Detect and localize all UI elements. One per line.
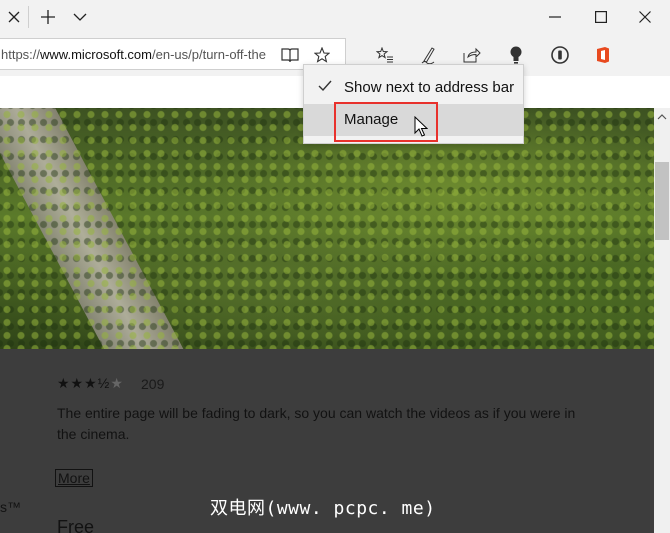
tab-divider — [28, 6, 29, 28]
menu-item-label: Show next to address bar — [344, 79, 515, 96]
window-close-icon[interactable] — [628, 0, 662, 34]
tab-close-icon[interactable] — [0, 0, 28, 34]
maximize-icon[interactable] — [584, 0, 618, 34]
url-prefix: https:// — [1, 47, 41, 62]
rating-stars: ★★★½★ — [57, 375, 124, 391]
app-description: The entire page will be fading to dark, … — [57, 405, 576, 442]
scroll-up-icon[interactable] — [654, 108, 670, 126]
trademark-fragment: s™ — [0, 499, 21, 515]
cursor-icon — [414, 115, 429, 143]
office-icon[interactable] — [590, 42, 616, 68]
minimize-icon[interactable] — [538, 0, 572, 34]
url-path: /en-us/p/turn-off-the — [152, 47, 266, 62]
scroll-thumb[interactable] — [655, 162, 669, 240]
watermark: 双电网(www. pcpc. me) — [210, 498, 436, 519]
rating-count: 209 — [141, 376, 165, 392]
chevron-down-icon[interactable] — [66, 0, 94, 34]
address-bar[interactable]: https://www.microsoft.com/en-us/p/turn-o… — [0, 38, 346, 70]
plus-icon[interactable] — [34, 0, 62, 34]
forest-texture — [0, 108, 654, 349]
url-host: www.microsoft.com — [40, 47, 152, 62]
hero-image — [0, 108, 654, 349]
menu-item-show-next-to-address-bar[interactable]: Show next to address bar — [304, 72, 523, 104]
url-text[interactable]: https://www.microsoft.com/en-us/p/turn-o… — [1, 47, 273, 62]
reading-view-icon[interactable] — [279, 45, 301, 65]
page-content: ★★★½★ 209 The entire page will be fading… — [0, 108, 654, 533]
star-icon[interactable] — [311, 45, 333, 65]
more-link[interactable]: More — [55, 469, 93, 487]
extension-icon[interactable] — [547, 42, 573, 68]
title-bar — [0, 0, 670, 34]
price-label: Free — [57, 517, 95, 533]
checkmark-icon — [318, 79, 332, 96]
vertical-scrollbar[interactable] — [654, 108, 670, 533]
dimmed-section: ★★★½★ 209 The entire page will be fading… — [0, 349, 654, 533]
